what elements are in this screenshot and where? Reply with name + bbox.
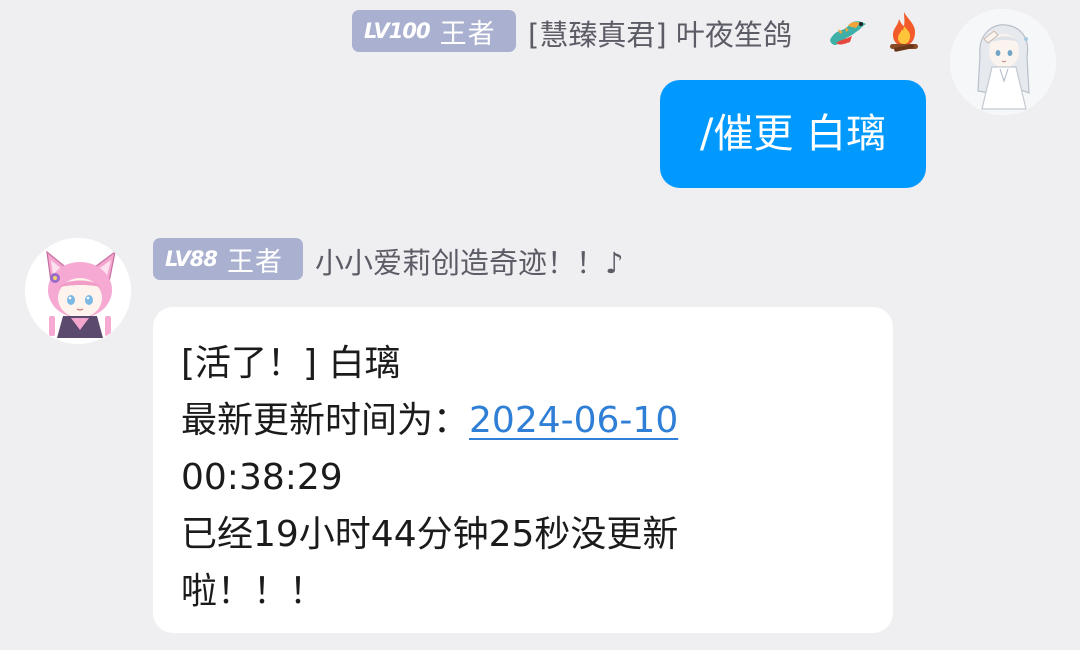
level-text: LV88 — [165, 247, 218, 271]
sender-name[interactable]: 小小爱莉创造奇迹！！♪ — [315, 240, 624, 282]
rank-text: 王者 — [226, 246, 283, 278]
incoming-message-bubble[interactable]: [活了！] 白璃 最新更新时间为：2024-06-10 00:38:29 已经1… — [153, 307, 893, 633]
level-badge: LV88 王者 — [153, 238, 303, 280]
message-line: 最新更新时间为：2024-06-10 — [181, 392, 865, 449]
message-line: 00:38:29 — [181, 457, 343, 498]
sender-name[interactable]: [慧臻真君] 叶夜笙鸽 — [528, 12, 792, 54]
rank-text: 王者 — [439, 18, 496, 50]
level-badge: LV100 王者 — [352, 10, 516, 52]
fire-icon — [882, 8, 926, 52]
message-line: 已经19小时44分钟25秒没更新 — [181, 514, 679, 555]
avatar[interactable] — [25, 238, 131, 344]
dragon-icon — [826, 10, 870, 54]
update-time-label: 最新更新时间为： — [181, 400, 470, 441]
message-line: [活了！] 白璃 — [181, 343, 401, 384]
date-link[interactable]: 2024-06-10 — [469, 400, 678, 441]
level-text: LV100 — [364, 19, 431, 43]
message-line: 啦！！！ — [181, 571, 326, 612]
avatar[interactable] — [950, 9, 1056, 115]
outgoing-message-bubble[interactable]: /催更 白璃 — [660, 80, 926, 188]
